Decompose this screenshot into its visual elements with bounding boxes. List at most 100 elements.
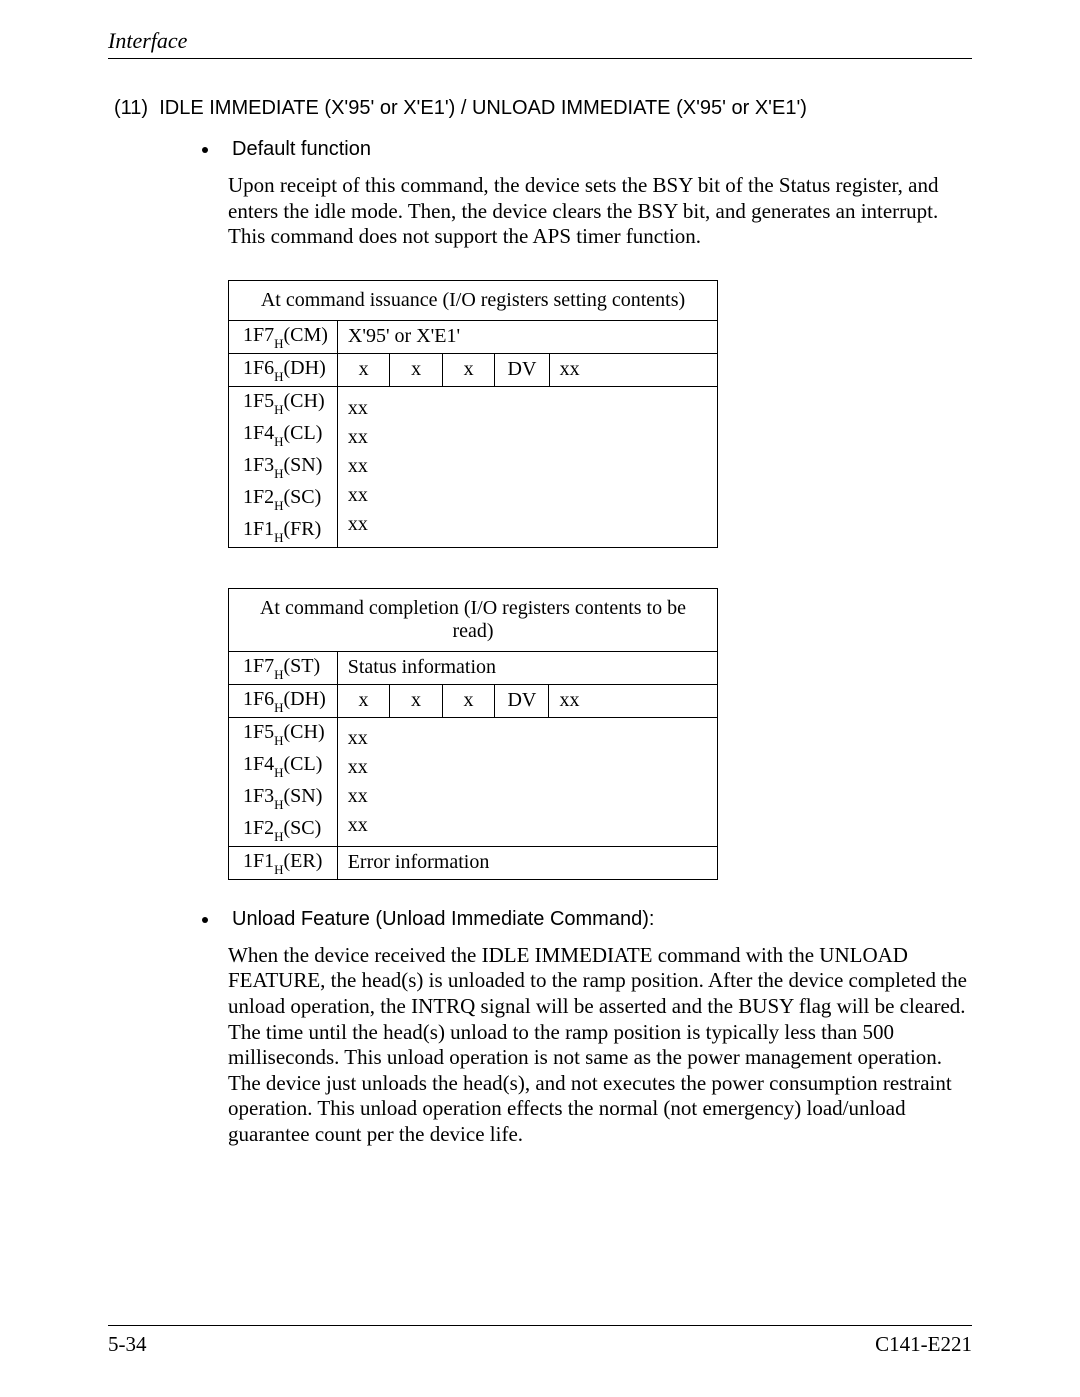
completion-table-wrap: At command completion (I/O registers con… [228,588,972,880]
reg-label: 1F1H(ER) [229,846,338,879]
table-row: 1F6H(DH) x x x DV xx [229,684,718,717]
label-suffix: (CH) [284,721,325,743]
label-base: 1F6 [243,688,274,710]
page: Interface (11) IDLE IMMEDIATE (X'95' or … [0,0,1080,1397]
bit-cell: xx [549,353,717,386]
label-sub: H [274,733,283,748]
reg-value: xx [338,394,717,423]
label-sub: H [274,667,283,682]
label-suffix: (CL) [284,422,323,444]
label-sub: H [274,402,283,417]
label-suffix: (SC) [284,817,322,839]
label-suffix: (FR) [284,518,322,540]
bullet-list: Unload Feature (Unload Immediate Command… [108,908,972,931]
reg-value: xx [338,782,717,811]
reg-value: xx [338,510,717,539]
bullet-list: Default function [108,138,972,161]
table-row: 1F5H(CH) 1F4H(CL) 1F3H(SN) 1F2H(SC) xx x… [229,717,718,846]
bullet-title: Unload Feature (Unload Immediate Command… [232,908,654,930]
label-sub: H [274,336,283,351]
label-base: 1F5 [243,721,274,743]
unload-feature-text: When the device received the IDLE IMMEDI… [228,943,972,1148]
bullet-unload-feature: Unload Feature (Unload Immediate Command… [220,908,972,931]
reg-value: xx [338,452,717,481]
table-row: At command issuance (I/O registers setti… [229,280,718,320]
label-sub: H [274,498,283,513]
label-base: 1F2 [243,486,274,508]
doc-number: C141-E221 [875,1332,972,1357]
reg-value: Error information [337,846,717,879]
label-sub: H [274,797,283,812]
issuance-table-wrap: At command issuance (I/O registers setti… [228,280,972,548]
bit-cell: DV [495,684,549,717]
label-base: 1F5 [243,390,274,412]
section-number: (11) [114,97,148,119]
section-title: IDLE IMMEDIATE (X'95' or X'E1') / UNLOAD… [159,97,807,119]
bit-cell: x [442,353,495,386]
label-sub: H [274,829,283,844]
section-heading: (11) IDLE IMMEDIATE (X'95' or X'E1') / U… [114,97,972,120]
label-suffix: (SC) [284,486,322,508]
bit-cell: xx [549,684,718,717]
bit-cell: x [337,684,390,717]
issuance-table: At command issuance (I/O registers setti… [228,280,718,548]
label-base: 1F2 [243,817,274,839]
label-sub: H [274,530,283,545]
reg-value: xx [338,753,717,782]
label-sub: H [274,466,283,481]
label-sub: H [274,369,283,384]
label-base: 1F3 [243,454,274,476]
label-base: 1F6 [243,357,274,379]
table-row: 1F7H(CM) X'95' or X'E1' [229,320,718,353]
reg-value: X'95' or X'E1' [337,320,717,353]
reg-value: xx [338,811,717,840]
table-row: At command completion (I/O registers con… [229,588,718,651]
completion-table: At command completion (I/O registers con… [228,588,718,880]
reg-label: 1F7H(CM) [229,320,338,353]
label-sub: H [274,434,283,449]
label-suffix: (ER) [284,850,323,872]
default-function-text: Upon receipt of this command, the device… [228,173,972,250]
reg-value-stack: xx xx xx xx xx [337,386,717,547]
label-suffix: (SN) [284,454,323,476]
bit-cell: x [337,353,390,386]
bit-cell: x [390,684,443,717]
label-suffix: (CH) [284,390,325,412]
table-row: 1F7H(ST) Status information [229,651,718,684]
reg-value-stack: xx xx xx xx [337,717,717,846]
table-row: 1F6H(DH) x x x DV xx [229,353,718,386]
label-suffix: (DH) [284,357,326,379]
page-footer: 5-34 C141-E221 [108,1325,972,1357]
reg-label-stack: 1F5H(CH) 1F4H(CL) 1F3H(SN) 1F2H(SC) 1F1H… [229,386,338,547]
label-suffix: (CM) [284,324,328,346]
label-base: 1F4 [243,753,274,775]
label-sub: H [274,862,283,877]
bullet-default-function: Default function [220,138,972,161]
label-suffix: (ST) [284,655,321,677]
page-number: 5-34 [108,1332,147,1357]
reg-label-stack: 1F5H(CH) 1F4H(CL) 1F3H(SN) 1F2H(SC) [229,717,338,846]
issuance-table-title: At command issuance (I/O registers setti… [229,280,718,320]
label-base: 1F1 [243,518,274,540]
label-base: 1F7 [243,324,274,346]
bit-cell: DV [495,353,549,386]
label-suffix: (SN) [284,785,323,807]
running-head: Interface [108,28,972,59]
reg-value: xx [338,423,717,452]
label-base: 1F7 [243,655,274,677]
bit-cell: x [390,353,443,386]
reg-value: Status information [337,651,717,684]
label-suffix: (DH) [284,688,326,710]
reg-label: 1F6H(DH) [229,684,338,717]
bullet-title: Default function [232,138,371,160]
table-row: 1F5H(CH) 1F4H(CL) 1F3H(SN) 1F2H(SC) 1F1H… [229,386,718,547]
label-base: 1F1 [243,850,274,872]
label-base: 1F4 [243,422,274,444]
reg-value: xx [338,724,717,753]
label-sub: H [274,700,283,715]
completion-table-title: At command completion (I/O registers con… [229,588,718,651]
table-row: 1F1H(ER) Error information [229,846,718,879]
label-suffix: (CL) [284,753,323,775]
reg-value: xx [338,481,717,510]
label-sub: H [274,765,283,780]
